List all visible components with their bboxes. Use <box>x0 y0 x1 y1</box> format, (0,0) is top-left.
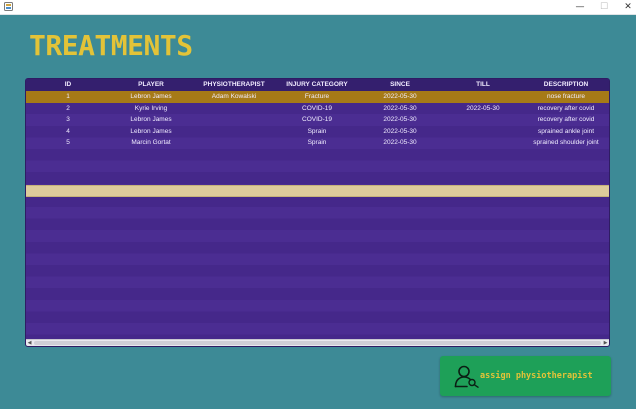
cell-since: 2022-05-30 <box>383 127 417 135</box>
table-row[interactable]: 5 Marcin Gortat Sprain 2022-05-30 sprain… <box>26 137 609 149</box>
cell-player: Kyrie Irving <box>134 104 168 112</box>
cell-description: recovery after covid <box>537 116 595 124</box>
table-row[interactable]: 1 Lebron James Adam Kowalski Fracture 20… <box>26 91 609 103</box>
column-header-player[interactable]: PLAYER <box>138 79 164 91</box>
cell-injury-category: Sprain <box>307 139 327 147</box>
column-header-id[interactable]: ID <box>65 79 72 91</box>
cell-injury-category: Fracture <box>304 93 330 100</box>
table-row[interactable]: 4 Lebron James Sprain 2022-05-30 spraine… <box>26 126 609 138</box>
column-header-since[interactable]: SINCE <box>390 79 410 91</box>
assign-physiotherapist-label: assign physiotherapist <box>480 371 593 381</box>
table-header: ID PLAYER PHYSIOTHERAPIST INJURY CATEGOR… <box>26 79 609 91</box>
scroll-left-icon[interactable]: ◀ <box>26 340 33 346</box>
treatments-table: ID PLAYER PHYSIOTHERAPIST INJURY CATEGOR… <box>25 78 610 347</box>
horizontal-scrollbar[interactable]: ◀ ▶ <box>26 339 609 346</box>
empty-table-row[interactable] <box>26 185 609 197</box>
page-title: TREATMENTS <box>29 29 193 62</box>
table-row[interactable]: 2 Kyrie Irving COVID-19 2022-05-30 2022-… <box>26 103 609 115</box>
assign-physiotherapist-button[interactable]: assign physiotherapist <box>440 356 611 396</box>
cell-player: Lebron James <box>130 116 172 124</box>
cell-player: Lebron James <box>130 127 172 135</box>
table-row[interactable]: 3 Lebron James COVID-19 2022-05-30 recov… <box>26 114 609 126</box>
cell-since: 2022-05-30 <box>383 93 417 100</box>
cell-till: 2022-05-30 <box>466 104 500 112</box>
window-titlebar: — ☐ ✕ <box>0 0 636 15</box>
cell-description: sprained ankle joint <box>537 127 595 135</box>
column-header-description[interactable]: DESCRIPTION <box>544 79 588 91</box>
cell-id: 2 <box>66 104 70 112</box>
cell-since: 2022-05-30 <box>383 104 417 112</box>
table-body: 1 Lebron James Adam Kowalski Fracture 20… <box>26 91 609 339</box>
cell-description: nose fracture <box>547 93 585 100</box>
column-header-injury-category[interactable]: INJURY CATEGORY <box>286 79 347 91</box>
cell-id: 3 <box>66 116 70 124</box>
cell-injury-category: Sprain <box>307 127 327 135</box>
scroll-right-icon[interactable]: ▶ <box>602 340 609 346</box>
close-button[interactable]: ✕ <box>614 0 636 14</box>
cell-player: Lebron James <box>130 93 172 100</box>
cell-description: recovery after covid <box>537 104 595 112</box>
cell-id: 1 <box>66 93 70 100</box>
cell-injury-category: COVID-19 <box>302 104 332 112</box>
cell-since: 2022-05-30 <box>383 139 417 147</box>
column-header-physiotherapist[interactable]: PHYSIOTHERAPIST <box>203 79 264 91</box>
scrollbar-thumb[interactable] <box>34 341 601 345</box>
cell-injury-category: COVID-19 <box>302 116 332 124</box>
cell-id: 5 <box>66 139 70 147</box>
user-icon <box>454 365 479 388</box>
column-header-till[interactable]: TILL <box>476 79 490 91</box>
cell-description: sprained shoulder joint <box>533 139 599 147</box>
app-icon <box>4 2 13 11</box>
cell-id: 4 <box>66 127 70 135</box>
cell-since: 2022-05-30 <box>383 116 417 124</box>
cell-physiotherapist: Adam Kowalski <box>211 93 257 100</box>
cell-player: Marcin Gortat <box>131 139 171 147</box>
